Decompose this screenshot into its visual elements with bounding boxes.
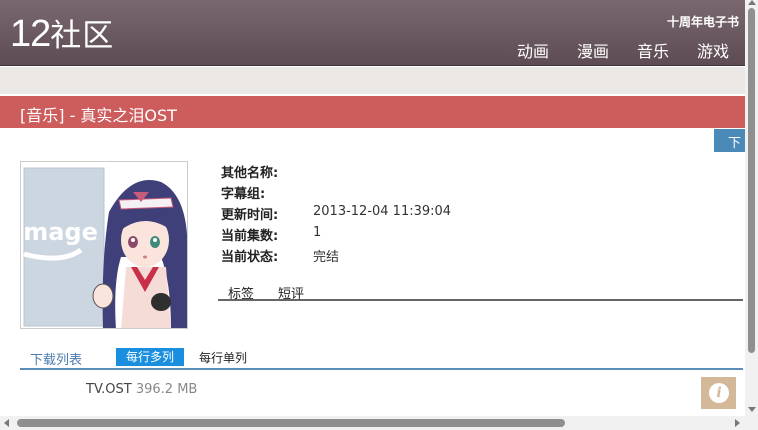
info-row: 更新时间: 2013-12-04 11:39:04 (221, 204, 451, 225)
nav-item-manga[interactable]: 漫画 (577, 38, 609, 62)
file-item[interactable]: TV.OST 396.2 MB (86, 382, 197, 397)
main-nav: 动画 漫画 音乐 游戏 (517, 38, 729, 62)
info-label: 字幕组: (221, 187, 266, 202)
vertical-scroll-thumb[interactable] (748, 8, 755, 353)
site-logo[interactable]: 12社区 (10, 12, 114, 58)
tab-reviews[interactable]: 短评 (278, 283, 304, 302)
scroll-up-icon[interactable] (748, 0, 756, 5)
info-button[interactable]: i (701, 377, 736, 409)
page-title: [音乐] - 真实之泪OST (20, 106, 177, 125)
file-name[interactable]: TV.OST (86, 382, 132, 397)
info-icon: i (709, 383, 729, 403)
scroll-left-icon[interactable] (4, 419, 9, 427)
logo-number: 12 (10, 13, 51, 55)
cover-image: image (20, 161, 188, 329)
info-row: 字幕组: (221, 183, 451, 204)
info-list: 其他名称: 字幕组: 更新时间: 2013-12-04 11:39:04 当前集… (221, 162, 451, 267)
info-label: 其他名称: (221, 166, 279, 181)
download-button[interactable]: 下 (714, 129, 745, 152)
single-column-button[interactable]: 每行单列 (199, 349, 247, 366)
info-label: 更新时间: (221, 208, 279, 223)
info-row: 当前状态: 完结 (221, 246, 451, 267)
logo-text: 社区 (50, 18, 115, 53)
ebook-link[interactable]: 十周年电子书 (667, 13, 739, 30)
scroll-right-icon[interactable] (735, 419, 740, 427)
nav-item-games[interactable]: 游戏 (697, 38, 729, 62)
info-value: 1 (313, 225, 322, 240)
download-list-header: 下载列表 每行多列 每行单列 (20, 347, 743, 370)
cover-artwork: image (21, 162, 187, 328)
file-size: 396.2 MB (135, 382, 198, 397)
page-title-bar: [音乐] - 真实之泪OST (0, 96, 745, 128)
vertical-scrollbar[interactable] (745, 0, 758, 416)
horizontal-scrollbar[interactable] (0, 416, 758, 430)
horizontal-scroll-thumb[interactable] (17, 419, 565, 427)
tab-tags[interactable]: 标签 (228, 283, 254, 302)
info-value: 完结 (313, 250, 340, 265)
info-label: 当前状态: (221, 250, 279, 265)
info-label: 当前集数: (221, 229, 279, 244)
sub-bar (0, 67, 745, 94)
info-row: 当前集数: 1 (221, 225, 451, 246)
scroll-down-icon[interactable] (748, 407, 756, 412)
nav-item-music[interactable]: 音乐 (637, 38, 669, 62)
site-header: 12社区 十周年电子书 动画 漫画 音乐 游戏 (0, 0, 745, 66)
detail-tabs: 标签 短评 (218, 281, 743, 302)
multi-column-button[interactable]: 每行多列 (116, 348, 184, 366)
info-row: 其他名称: (221, 162, 451, 183)
placeholder-text: image (21, 218, 98, 246)
info-value: 2013-12-04 11:39:04 (313, 204, 452, 219)
download-list-title: 下载列表 (30, 353, 83, 368)
nav-item-anime[interactable]: 动画 (517, 38, 549, 62)
